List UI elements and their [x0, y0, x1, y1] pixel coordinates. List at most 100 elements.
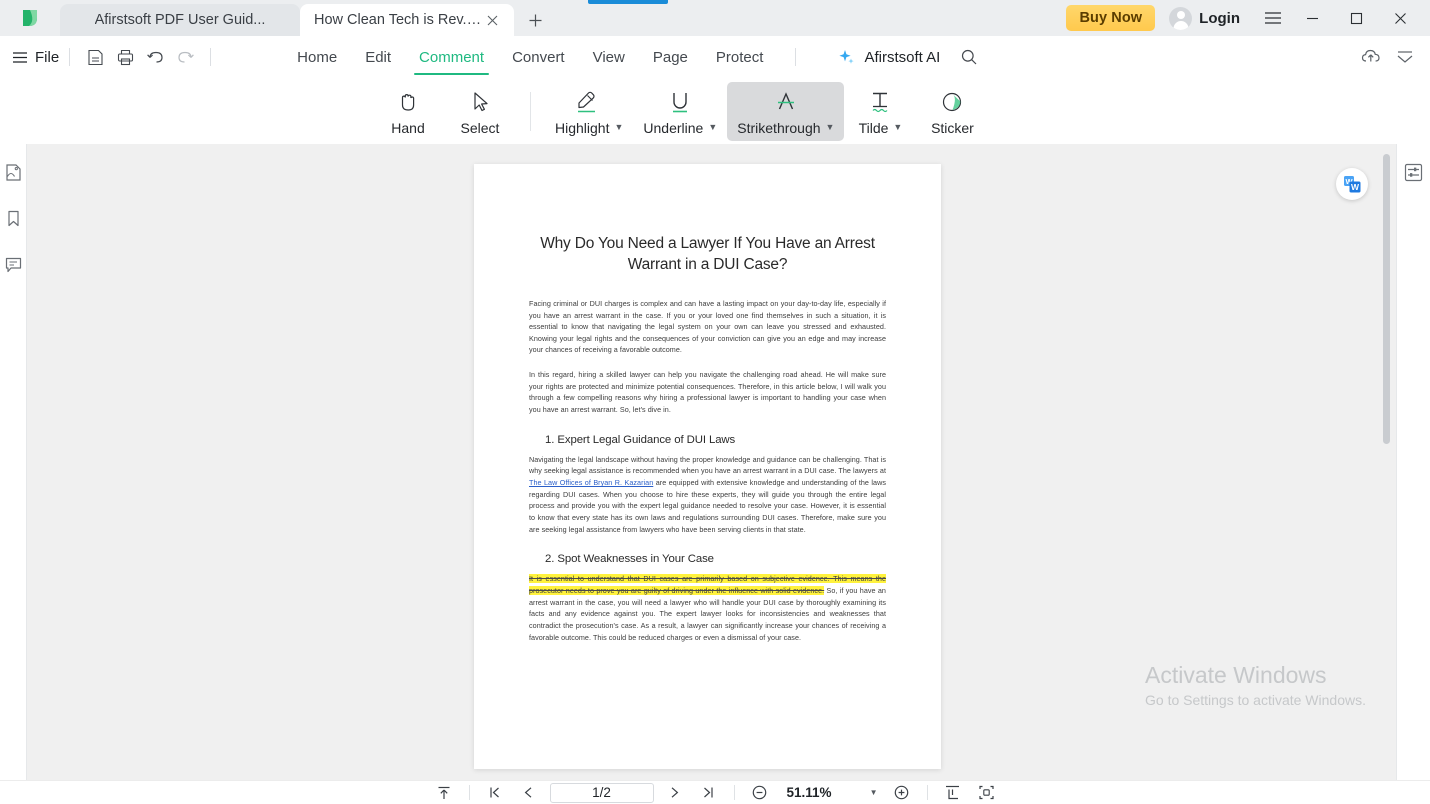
- paragraph-text-before-link: Navigating the legal landscape without h…: [529, 454, 886, 476]
- login-button[interactable]: Login: [1169, 6, 1240, 30]
- cursor-arrow-icon: [466, 86, 494, 116]
- first-page-icon: [487, 785, 502, 800]
- zoom-level-value: 51.11%: [786, 785, 832, 800]
- law-offices-link[interactable]: The Law Offices of Bryan R. Kazarian: [529, 478, 653, 487]
- chevron-down-icon[interactable]: ▼: [708, 123, 717, 132]
- zoom-in-icon: [893, 784, 910, 801]
- undo-button[interactable]: [140, 42, 170, 72]
- tab-afirstsoft-pdf-user-guide[interactable]: Afirstsoft PDF User Guid...: [60, 4, 300, 36]
- tab-convert[interactable]: Convert: [498, 42, 579, 73]
- document-viewer[interactable]: Why Do You Need a Lawyer If You Have an …: [27, 144, 1396, 780]
- status-bar: 1/2 51.11% ▼: [0, 780, 1430, 804]
- file-menu-label: File: [35, 48, 60, 66]
- page-number-input[interactable]: 1/2: [549, 782, 654, 803]
- scrollbar-thumb[interactable]: [1383, 154, 1390, 444]
- fit-width-icon: [944, 784, 961, 801]
- menu-bar-right-controls: [1356, 42, 1430, 72]
- app-menu-button[interactable]: [1256, 0, 1290, 36]
- tool-underline[interactable]: Underline ▼: [633, 82, 727, 141]
- chevron-down-icon[interactable]: ▼: [826, 123, 835, 132]
- buy-now-button[interactable]: Buy Now: [1066, 5, 1156, 31]
- tab-edit[interactable]: Edit: [351, 42, 405, 73]
- tool-tilde[interactable]: Tilde ▼: [844, 82, 916, 141]
- redo-button[interactable]: [170, 42, 200, 72]
- document-paragraph: Facing criminal or DUI charges is comple…: [529, 298, 886, 355]
- save-button[interactable]: [80, 42, 110, 72]
- next-page-button[interactable]: [658, 782, 692, 804]
- close-icon[interactable]: [482, 10, 502, 30]
- ribbon-tabs: Home Edit Comment Convert View Page Prot…: [283, 42, 778, 75]
- maximize-button[interactable]: [1334, 0, 1378, 36]
- convert-to-word-button[interactable]: W W: [1336, 168, 1368, 200]
- zoom-out-icon: [751, 784, 768, 801]
- user-avatar-icon: [1169, 6, 1193, 30]
- tool-label: Highlight ▼: [555, 119, 624, 136]
- afirstsoft-leaf-logo-icon: [19, 7, 41, 29]
- tool-select[interactable]: Select: [444, 82, 516, 141]
- tab-label: Afirstsoft PDF User Guid...: [94, 12, 266, 28]
- login-label: Login: [1199, 9, 1240, 27]
- collapse-ribbon-button[interactable]: [1390, 42, 1420, 72]
- progress-indicator: [588, 0, 668, 4]
- divider: [69, 48, 71, 66]
- afirstsoft-ai-button[interactable]: Afirstsoft AI: [836, 47, 940, 67]
- fit-page-button[interactable]: [970, 782, 1004, 804]
- tool-hand[interactable]: Hand: [372, 82, 444, 141]
- tab-protect[interactable]: Protect: [702, 42, 778, 73]
- tab-home[interactable]: Home: [283, 42, 351, 73]
- chevron-down-icon[interactable]: ▼: [893, 123, 902, 132]
- fit-width-button[interactable]: [936, 782, 970, 804]
- bookmark-icon: [4, 209, 23, 228]
- document-paragraph-with-link: Navigating the legal landscape without h…: [529, 454, 886, 536]
- application-window: Afirstsoft PDF User Guid... How Clean Te…: [0, 0, 1430, 804]
- properties-panel-button[interactable]: [1402, 160, 1426, 184]
- tab-page[interactable]: Page: [639, 42, 702, 73]
- right-sidebar: [1396, 144, 1430, 804]
- afirstsoft-ai-label: Afirstsoft AI: [864, 48, 941, 66]
- underline-u-icon: [665, 86, 695, 116]
- vertical-scrollbar[interactable]: [1383, 154, 1390, 770]
- page-thumbnails-panel-button[interactable]: [1, 160, 25, 184]
- scroll-to-top-button[interactable]: [427, 782, 461, 804]
- previous-page-button[interactable]: [512, 782, 546, 804]
- tool-strikethrough[interactable]: Strikethrough ▼: [727, 81, 845, 141]
- zoom-in-button[interactable]: [885, 782, 919, 804]
- collapse-ribbon-icon: [1395, 47, 1415, 67]
- minimize-button[interactable]: [1290, 0, 1334, 36]
- last-page-button[interactable]: [692, 782, 726, 804]
- hamburger-menu-icon: [12, 51, 28, 64]
- minimize-icon: [1306, 12, 1319, 25]
- chevron-down-icon[interactable]: ▼: [614, 123, 623, 132]
- zoom-level-select[interactable]: 51.11% ▼: [777, 783, 885, 803]
- redo-arrow-icon: [176, 48, 195, 67]
- search-icon: [960, 48, 978, 66]
- plus-icon: [528, 13, 543, 28]
- tool-label: Underline ▼: [643, 119, 718, 136]
- tab-how-clean-tech-is-rev[interactable]: How Clean Tech is Rev... *: [300, 4, 514, 36]
- tool-sticker[interactable]: Sticker: [916, 82, 988, 141]
- print-button[interactable]: [110, 42, 140, 72]
- tool-highlight[interactable]: Highlight ▼: [545, 82, 633, 141]
- cloud-upload-button[interactable]: [1356, 42, 1386, 72]
- search-button[interactable]: [954, 42, 984, 72]
- tab-view[interactable]: View: [579, 42, 639, 73]
- chevron-down-icon[interactable]: ▼: [870, 788, 878, 797]
- pdf-page[interactable]: Why Do You Need a Lawyer If You Have an …: [474, 164, 941, 769]
- file-menu-button[interactable]: File: [12, 49, 59, 66]
- divider: [210, 48, 212, 66]
- bookmarks-panel-button[interactable]: [1, 206, 25, 230]
- strikethrough-a-icon: [771, 86, 801, 116]
- tab-comment[interactable]: Comment: [405, 42, 498, 75]
- properties-sliders-icon: [1403, 162, 1424, 183]
- next-page-icon: [667, 785, 682, 800]
- new-tab-button[interactable]: [514, 4, 556, 36]
- maximize-icon: [1350, 12, 1363, 25]
- first-page-button[interactable]: [478, 782, 512, 804]
- close-window-button[interactable]: [1378, 0, 1422, 36]
- document-title: Why Do You Need a Lawyer If You Have an …: [540, 235, 875, 273]
- tool-label: Strikethrough ▼: [737, 119, 835, 136]
- comments-panel-button[interactable]: [1, 252, 25, 276]
- hand-icon: [394, 86, 422, 116]
- watermark-title: Activate Windows: [1145, 661, 1327, 688]
- zoom-out-button[interactable]: [743, 782, 777, 804]
